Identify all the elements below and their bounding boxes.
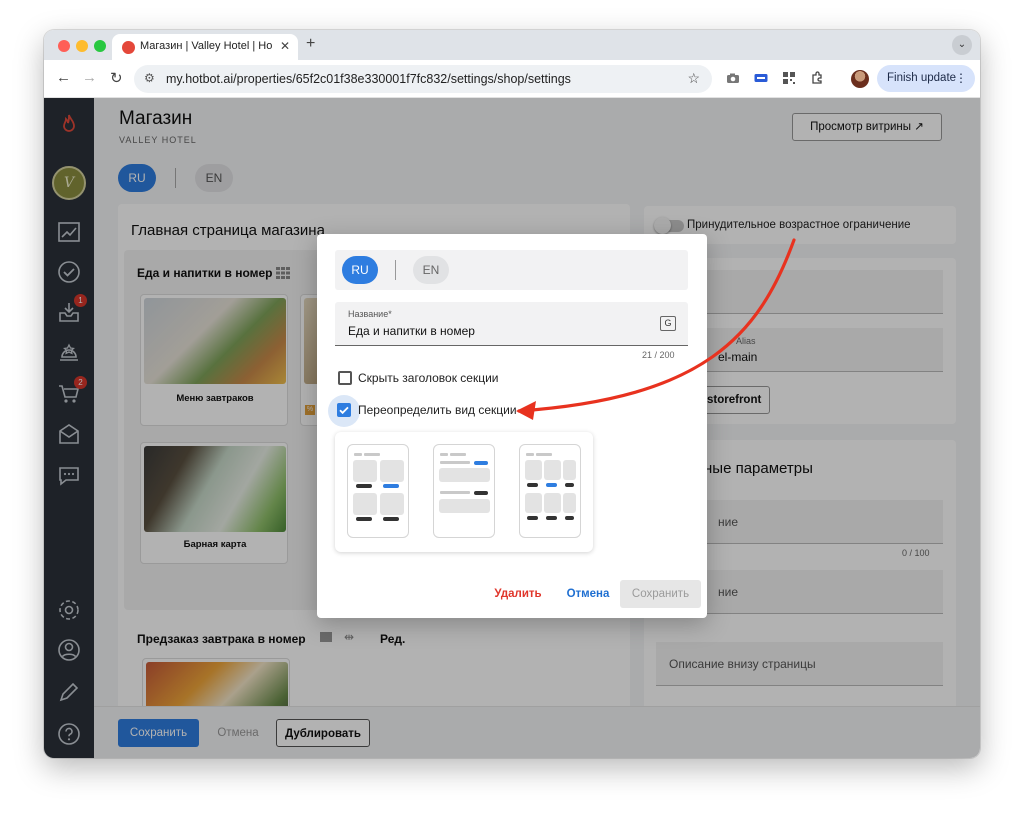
forward-icon[interactable]: → <box>82 69 97 86</box>
hide-title-checkbox[interactable] <box>338 371 352 385</box>
modal-lang-divider <box>395 260 396 280</box>
site-info-icon[interactable]: ⚙ <box>144 71 155 85</box>
camera-extension-icon[interactable] <box>726 71 740 85</box>
browser-tab[interactable]: Магазин | Valley Hotel | Hotbot ✕ <box>112 34 298 60</box>
section-settings-modal: RU EN Название* Еда и напитки в номер G … <box>317 234 707 618</box>
layout-option-three-column-grid[interactable] <box>519 444 581 538</box>
url-text[interactable]: my.hotbot.ai/properties/65f2c01f38e33000… <box>166 72 571 86</box>
bookmark-star-icon[interactable]: ☆ <box>687 70 700 87</box>
modal-lang-tab-en[interactable]: EN <box>413 256 449 284</box>
close-tab-icon[interactable]: ✕ <box>280 39 290 53</box>
modal-save-button[interactable]: Сохранить <box>620 580 701 608</box>
address-bar[interactable]: ⚙ my.hotbot.ai/properties/65f2c01f38e330… <box>134 65 712 93</box>
section-name-label: Название* <box>348 309 392 319</box>
profile-avatar[interactable] <box>851 70 869 88</box>
modal-lang-tab-ru[interactable]: RU <box>342 256 378 284</box>
checkmark-icon <box>339 406 349 415</box>
new-tab-icon[interactable]: + <box>306 35 315 53</box>
tab-title: Магазин | Valley Hotel | Hotbot <box>140 40 272 52</box>
browser-toolbar: ← → ↻ ⚙ my.hotbot.ai/properties/65f2c01f… <box>44 60 980 98</box>
browser-window: Магазин | Valley Hotel | Hotbot ✕ + ⌄ ← … <box>44 30 980 758</box>
translate-icon[interactable]: G <box>660 316 676 331</box>
layout-option-two-column-grid[interactable] <box>347 444 409 538</box>
hotbot-favicon-icon <box>122 41 135 54</box>
modal-delete-button[interactable]: Удалить <box>483 580 553 608</box>
finish-update-label: Finish update <box>887 72 957 84</box>
zoom-window-dot[interactable] <box>94 40 106 52</box>
back-icon[interactable]: ← <box>56 69 71 86</box>
override-view-checkbox[interactable] <box>337 403 351 417</box>
reload-icon[interactable]: ↻ <box>110 69 123 87</box>
close-window-dot[interactable] <box>58 40 70 52</box>
zip-extension-icon[interactable] <box>754 71 768 85</box>
tab-search-icon[interactable]: ⌄ <box>952 35 972 55</box>
extensions-puzzle-icon[interactable] <box>810 71 824 85</box>
section-name-char-count: 21 / 200 <box>642 350 675 360</box>
hide-title-label: Скрыть заголовок секции <box>358 371 499 385</box>
app-area: V 1 2 Магазин VALLEY HOTEL Просмотр витр… <box>44 98 980 758</box>
modal-cancel-button[interactable]: Отмена <box>555 580 621 608</box>
override-view-label: Переопределить вид секции <box>358 403 517 417</box>
finish-update-button[interactable]: Finish update ⋮ <box>877 65 975 92</box>
layout-option-list[interactable] <box>433 444 495 538</box>
section-name-value[interactable]: Еда и напитки в номер <box>348 324 475 338</box>
modal-language-bar: RU EN <box>335 250 688 290</box>
section-name-field[interactable]: Название* Еда и напитки в номер G <box>335 302 688 346</box>
minimize-window-dot[interactable] <box>76 40 88 52</box>
browser-menu-icon[interactable]: ⋮ <box>955 71 967 85</box>
layout-options-panel <box>335 432 593 552</box>
qr-extension-icon[interactable] <box>782 71 796 85</box>
tab-strip: Магазин | Valley Hotel | Hotbot ✕ + ⌄ <box>44 30 980 60</box>
